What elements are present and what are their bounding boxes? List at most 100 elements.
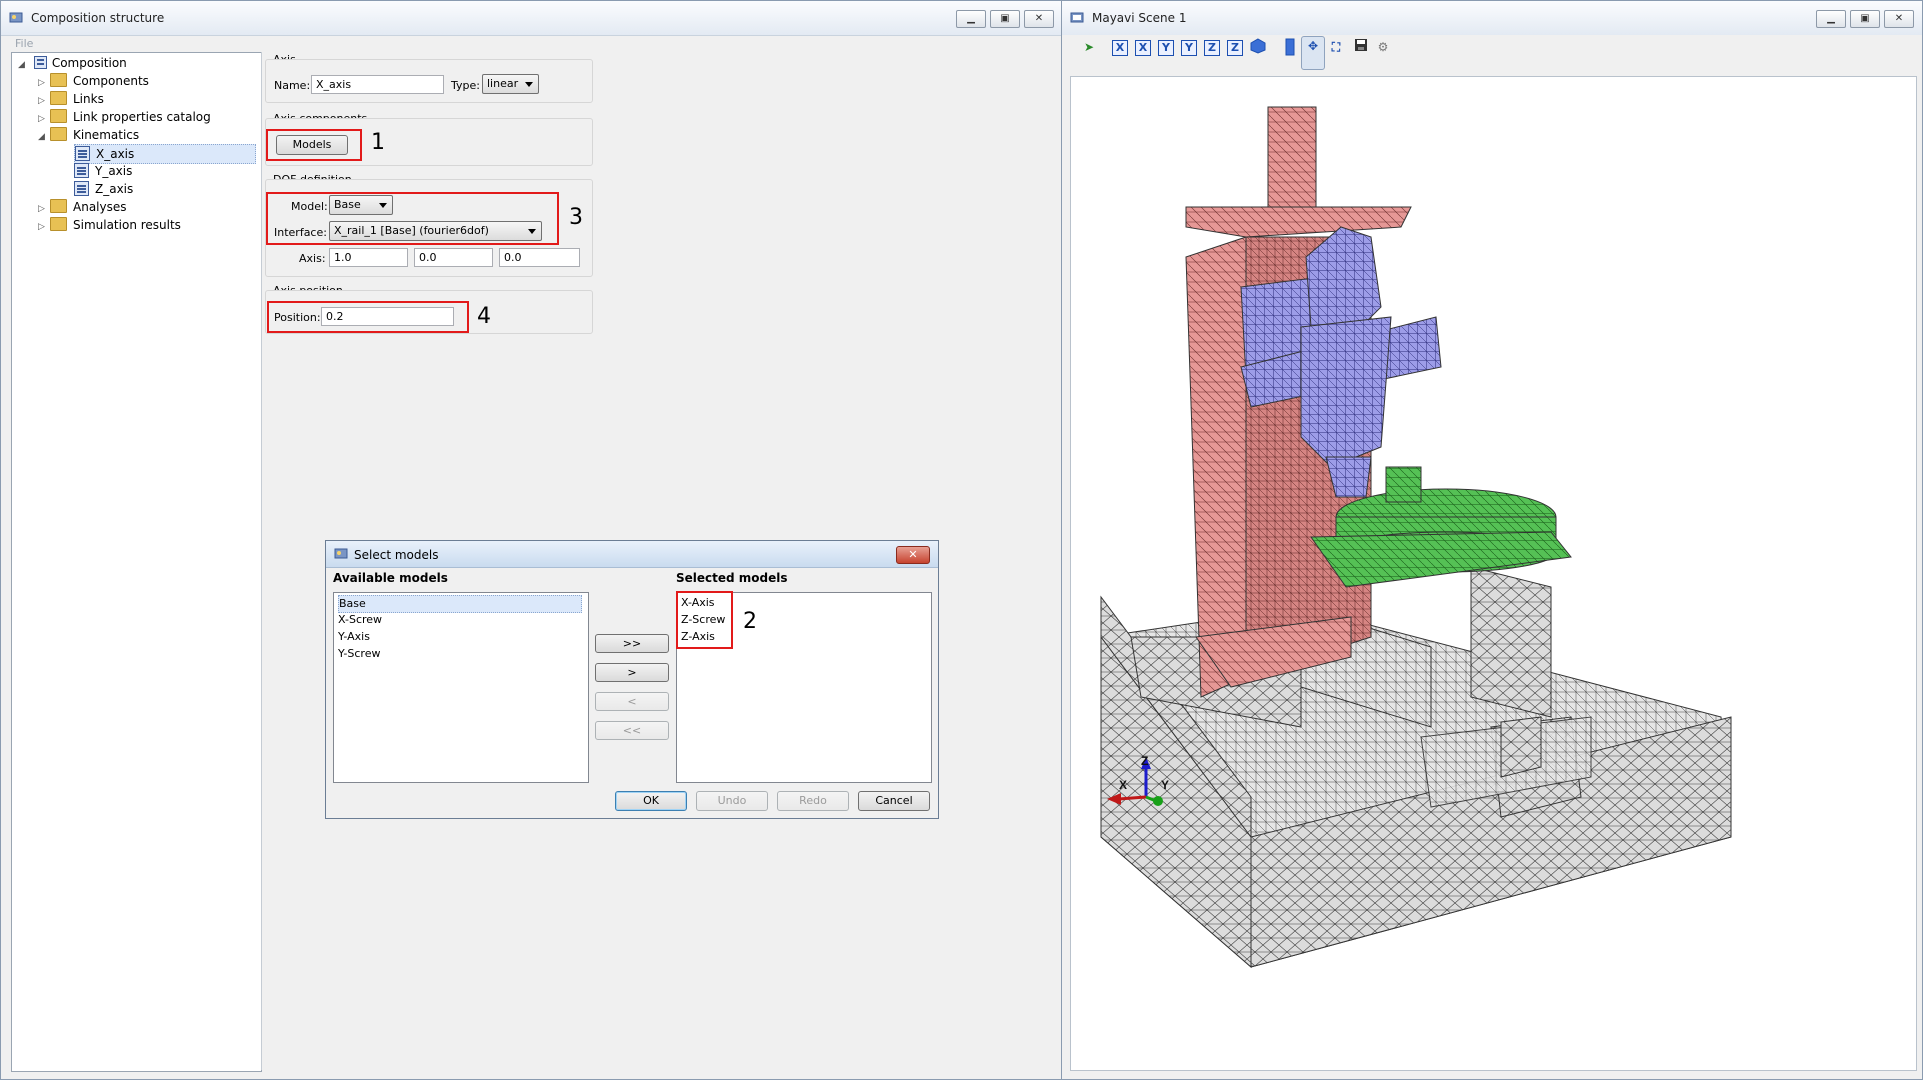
composition-icon: [33, 56, 47, 69]
add-all-button[interactable]: >>: [595, 634, 669, 653]
axis-y-field[interactable]: 0.0: [414, 248, 493, 267]
selected-models-title: Selected models: [676, 571, 788, 585]
collapse-icon[interactable]: ◢: [38, 128, 50, 146]
axis-z-field[interactable]: 0.0: [499, 248, 580, 267]
chevron-down-icon: [525, 82, 533, 87]
settings-icon[interactable]: ⚙: [1374, 38, 1392, 56]
remove-all-button[interactable]: <<: [595, 721, 669, 740]
z-axis-label: Z: [1141, 754, 1148, 768]
annotation-number-2: 2: [743, 609, 757, 634]
type-select[interactable]: linear: [482, 74, 539, 94]
annotation-number-4: 4: [477, 304, 491, 329]
splitter[interactable]: [261, 52, 262, 1070]
type-select-value: linear: [487, 77, 519, 90]
tree-label: Link properties catalog: [73, 110, 211, 124]
view-z-neg-icon[interactable]: Z: [1227, 40, 1243, 56]
available-models-list[interactable]: Base X-Screw Y-Axis Y-Screw: [333, 592, 589, 783]
cancel-button[interactable]: Cancel: [858, 791, 930, 811]
axis-icon: [74, 163, 89, 178]
minimize-button[interactable]: ▁: [956, 10, 986, 28]
folder-icon: [50, 127, 67, 141]
tree-item-analyses[interactable]: ▷ Analyses: [38, 198, 127, 216]
isometric-icon[interactable]: [1249, 38, 1267, 56]
x-axis-arrow: [1118, 795, 1147, 801]
tree-item-simulation-results[interactable]: ▷ Simulation results: [38, 216, 181, 234]
tree-item-link-properties[interactable]: ▷ Link properties catalog: [38, 108, 211, 126]
tree-label: Y_axis: [95, 164, 133, 178]
axis-label: Axis:: [299, 252, 326, 265]
app-icon: [9, 12, 23, 23]
undo-button[interactable]: Undo: [696, 791, 768, 811]
annotation-number-1: 1: [371, 130, 385, 155]
fullscreen-icon[interactable]: ⛶: [1327, 38, 1345, 56]
folder-icon: [50, 199, 67, 213]
view-y-neg-icon[interactable]: Y: [1181, 40, 1197, 56]
close-button[interactable]: ✕: [1884, 10, 1914, 28]
add-button[interactable]: >: [595, 663, 669, 682]
list-item[interactable]: Y-Screw: [338, 646, 380, 662]
view-y-icon[interactable]: Y: [1158, 40, 1174, 56]
tree-item-links[interactable]: ▷ Links: [38, 90, 104, 108]
tree-label: Z_axis: [95, 182, 134, 196]
collapse-icon[interactable]: ◢: [18, 56, 30, 74]
annotation-number-3: 3: [569, 205, 583, 230]
parallel-projection-icon[interactable]: [1281, 38, 1299, 56]
interaction-icon[interactable]: ✥: [1301, 36, 1325, 70]
name-field[interactable]: X_axis: [311, 75, 444, 94]
run-icon[interactable]: ➤: [1080, 38, 1098, 56]
ok-button[interactable]: OK: [615, 791, 687, 811]
menu-file[interactable]: File: [1, 36, 1062, 52]
mayavi-scene-window: Mayavi Scene 1 ▁ ▣ ✕ ➤ X X Y Y Z Z ✥ ⛶ ⚙: [1061, 0, 1923, 1080]
tree-item-x-axis[interactable]: X_axis: [74, 144, 256, 164]
folder-icon: [50, 217, 67, 231]
tree-item-z-axis[interactable]: Z_axis: [74, 180, 133, 198]
maximize-button[interactable]: ▣: [990, 10, 1020, 28]
maximize-button[interactable]: ▣: [1850, 10, 1880, 28]
tree-root-label: Composition: [51, 56, 127, 70]
tree-label: Kinematics: [73, 128, 140, 142]
composition-tree[interactable]: ◢ Composition ▷ Components ▷ Links ▷ Link p…: [11, 52, 262, 1072]
view-z-icon[interactable]: Z: [1204, 40, 1220, 56]
save-icon[interactable]: [1352, 38, 1370, 56]
list-item[interactable]: Base: [338, 595, 582, 613]
app-icon: [1070, 12, 1084, 23]
available-models-title: Available models: [333, 571, 448, 585]
tree-item-components[interactable]: ▷ Components: [38, 72, 149, 90]
minimize-button[interactable]: ▁: [1816, 10, 1846, 28]
redo-button[interactable]: Redo: [777, 791, 849, 811]
list-item[interactable]: Y-Axis: [338, 629, 370, 645]
tree-label: Analyses: [73, 200, 127, 214]
axis-x-field[interactable]: 1.0: [329, 248, 408, 267]
expand-icon[interactable]: ▷: [38, 218, 50, 236]
title-bar: Composition structure ▁ ▣ ✕: [1, 1, 1062, 36]
select-models-dialog: Select models ✕ Available models Selecte…: [325, 540, 939, 819]
window-title: Composition structure: [31, 11, 165, 25]
dialog-app-icon: [334, 548, 348, 559]
title-bar: Mayavi Scene 1 ▁ ▣ ✕: [1062, 1, 1922, 36]
axis-icon: [75, 146, 90, 161]
type-label: Type:: [451, 79, 480, 92]
annotation-box-1: [266, 129, 362, 161]
folder-icon: [50, 91, 67, 105]
tree-item-kinematics[interactable]: ◢ Kinematics: [38, 126, 139, 144]
x-axis-label: X: [1119, 778, 1127, 792]
tree-label: Links: [73, 92, 104, 106]
axis-icon: [74, 181, 89, 196]
tree-item-composition[interactable]: ◢ Composition: [18, 54, 127, 72]
annotation-box-2: [676, 591, 733, 649]
view-x-icon[interactable]: X: [1112, 40, 1128, 56]
tree-label: Simulation results: [73, 218, 181, 232]
tree-item-y-axis[interactable]: Y_axis: [74, 162, 132, 180]
dialog-title: Select models: [354, 548, 439, 562]
dialog-close-button[interactable]: ✕: [896, 546, 930, 564]
annotation-box-3: [266, 192, 559, 245]
list-item[interactable]: X-Screw: [338, 612, 382, 628]
view-x-neg-icon[interactable]: X: [1135, 40, 1151, 56]
tree-label: Components: [73, 74, 149, 88]
name-label: Name:: [274, 79, 311, 92]
folder-icon: [50, 73, 67, 87]
dialog-title-bar: Select models ✕: [326, 541, 938, 568]
3d-scene-viewport[interactable]: Z X Y: [1070, 76, 1917, 1071]
close-button[interactable]: ✕: [1024, 10, 1054, 28]
remove-button[interactable]: <: [595, 692, 669, 711]
